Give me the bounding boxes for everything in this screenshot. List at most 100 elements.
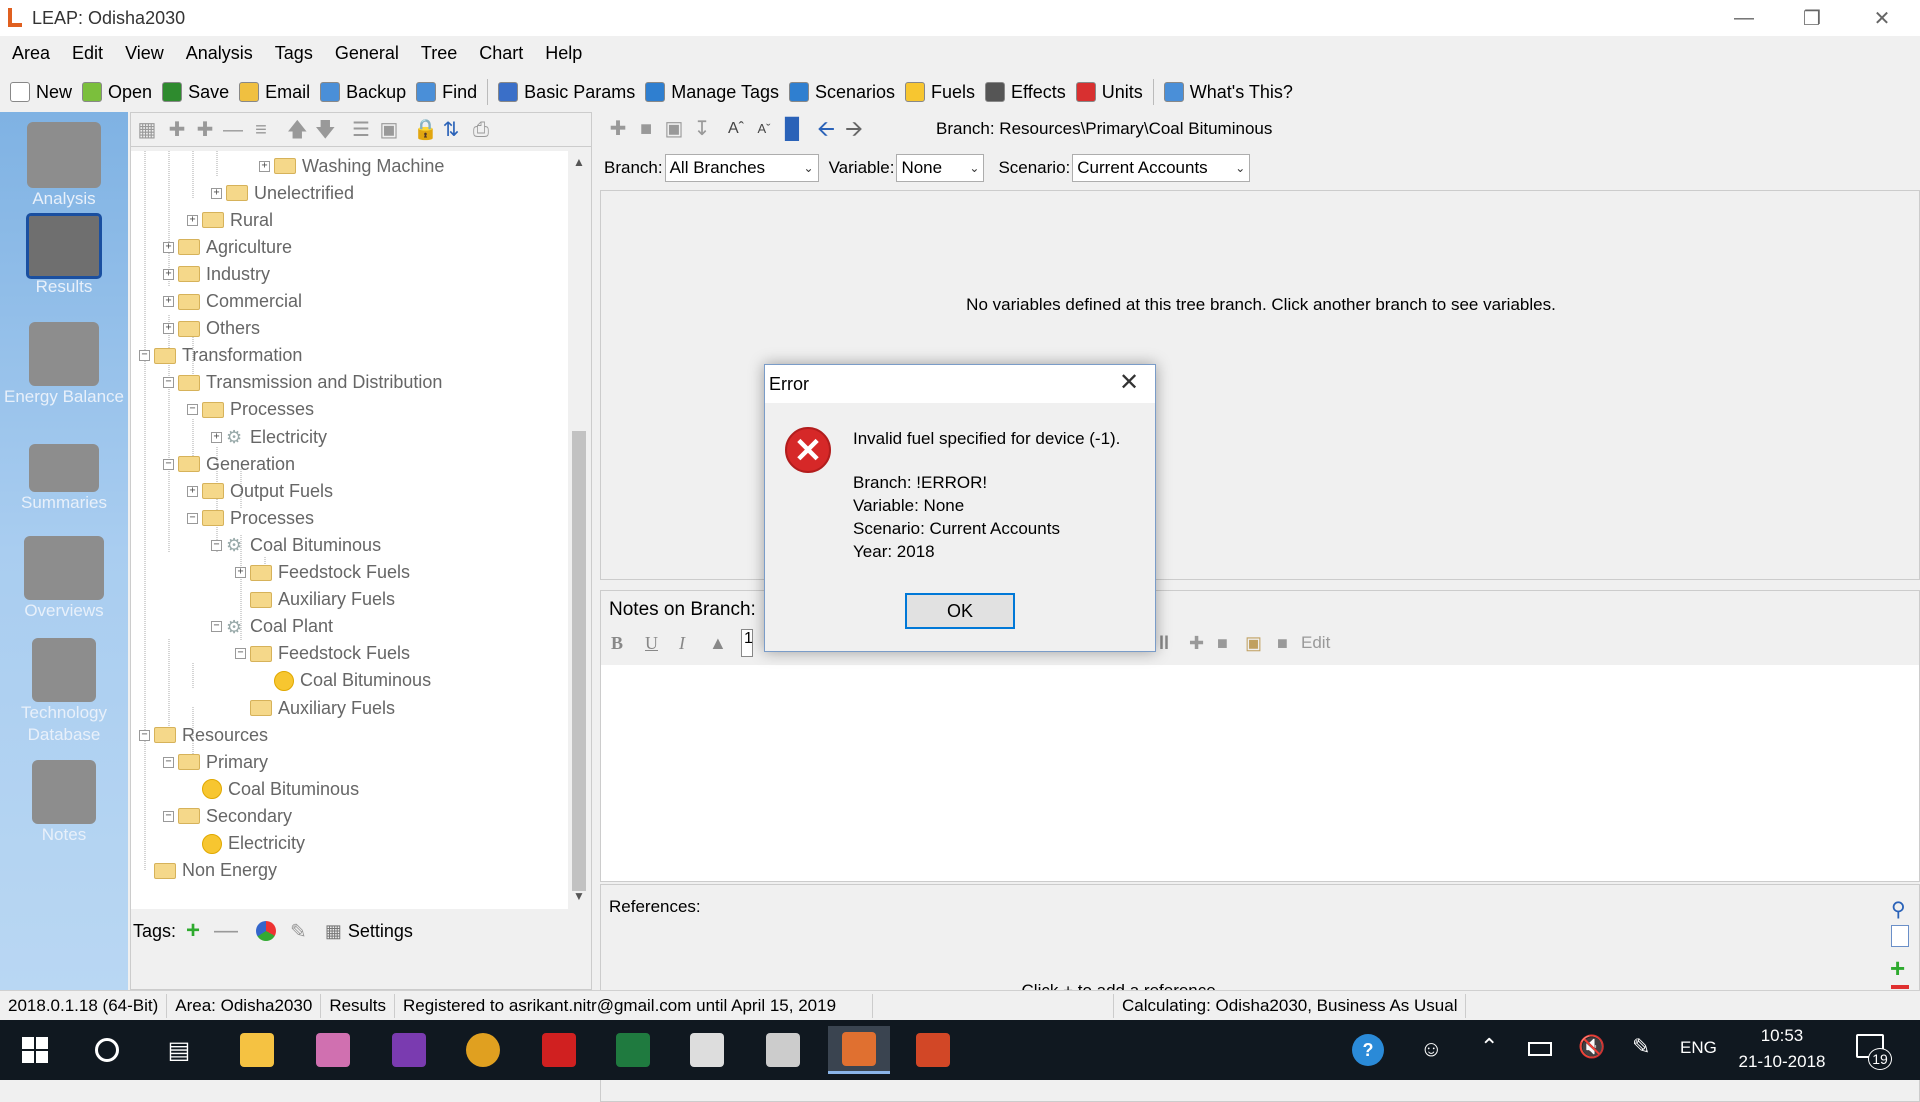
clock-time[interactable]: 10:53 — [1736, 1026, 1828, 1046]
scroll-thumb[interactable] — [572, 431, 586, 891]
tree-view[interactable]: + Washing Machine + Unelectrified + Rural + Agr… — [131, 151, 569, 909]
expand-icon[interactable]: + — [163, 296, 174, 307]
tree-node[interactable]: + Others — [163, 318, 260, 340]
ok-button[interactable]: OK — [905, 593, 1015, 629]
menu-area[interactable]: Area — [0, 40, 60, 70]
scroll-up-icon[interactable]: ▲ — [573, 155, 585, 169]
clock-date[interactable]: 21-10-2018 — [1736, 1052, 1828, 1072]
bullets-icon[interactable]: ll — [1159, 633, 1169, 654]
menu-edit[interactable]: Edit — [60, 40, 113, 70]
manage-tags-toolbar-button[interactable]: Manage Tags — [645, 82, 779, 103]
collapse-icon[interactable]: − — [163, 810, 174, 822]
tree-node[interactable]: − Transmission and Distribution — [163, 372, 442, 394]
underline-button[interactable]: U — [645, 633, 658, 654]
bold-button[interactable]: B — [611, 633, 623, 654]
search-reference-icon[interactable]: ⚲ — [1891, 897, 1906, 922]
people-icon[interactable]: ☺ — [1420, 1036, 1442, 1062]
forward-icon[interactable]: 🡪 — [844, 118, 864, 140]
file-explorer-taskbar-button[interactable] — [226, 1026, 288, 1074]
tree-node[interactable]: + Agriculture — [163, 236, 292, 258]
new-reference-icon[interactable] — [1891, 925, 1909, 947]
battery-icon[interactable] — [1528, 1042, 1552, 1056]
menu-tree[interactable]: Tree — [409, 40, 467, 70]
tree-scrollbar[interactable]: ▲ ▼ — [568, 151, 590, 909]
fuels-toolbar-button[interactable]: Fuels — [905, 82, 975, 103]
language-indicator[interactable]: ENG — [1680, 1038, 1717, 1058]
tree-node[interactable]: − Secondary — [163, 805, 292, 827]
nav-overviews[interactable]: Overviews — [0, 536, 128, 622]
search-button[interactable] — [76, 1026, 138, 1074]
lock-icon[interactable]: 🔒 — [413, 120, 438, 140]
export-icon[interactable]: ↧ — [692, 119, 712, 139]
new-toolbar-button[interactable]: New — [10, 82, 72, 103]
menu-tags[interactable]: Tags — [263, 40, 323, 70]
clock-taskbar-button[interactable] — [676, 1026, 738, 1074]
tree-node[interactable]: Coal Bituminous — [259, 670, 431, 692]
tree-node[interactable]: + Rural — [187, 209, 273, 231]
menu-help[interactable]: Help — [533, 40, 592, 70]
copy-note-icon[interactable]: ■ — [1217, 633, 1228, 654]
tags-settings-button[interactable]: Settings — [348, 921, 413, 942]
minimize-button[interactable]: — — [1714, 0, 1774, 36]
expand-icon[interactable]: + — [259, 160, 270, 172]
tree-node[interactable]: − ⚙ Coal Plant — [211, 616, 333, 638]
scenario-filter-select[interactable]: Current Accounts ⌄ — [1072, 154, 1251, 182]
italic-button[interactable]: I — [679, 633, 685, 654]
task-view-button[interactable]: ▤ — [148, 1026, 210, 1074]
move-down-icon[interactable]: 🡇 — [315, 120, 336, 140]
find-toolbar-button[interactable]: Find — [416, 82, 477, 103]
tag-colors-icon[interactable] — [256, 921, 277, 941]
menu-general[interactable]: General — [323, 40, 409, 70]
tree-node[interactable]: − Primary — [163, 751, 268, 773]
collapse-icon[interactable]: − — [187, 512, 198, 524]
back-icon[interactable]: 🡨 — [816, 118, 836, 140]
expand-icon[interactable]: + — [163, 323, 174, 335]
email-toolbar-button[interactable]: Email — [239, 82, 310, 103]
tree-node[interactable]: Electricity — [187, 833, 305, 855]
backup-toolbar-button[interactable]: Backup — [320, 82, 406, 103]
save-toolbar-button[interactable]: Save — [162, 82, 229, 103]
powerpoint-taskbar-button[interactable] — [902, 1026, 964, 1074]
tree-node[interactable]: + Washing Machine — [259, 155, 444, 177]
collapse-icon[interactable]: − — [211, 621, 222, 633]
tree-node[interactable]: Auxiliary Fuels — [235, 589, 395, 611]
units-toolbar-button[interactable]: Units — [1075, 82, 1143, 103]
tree-node[interactable]: + Industry — [163, 263, 270, 285]
tree-node[interactable]: Coal Bituminous — [187, 778, 359, 800]
tree-node[interactable]: Auxiliary Fuels — [235, 697, 395, 719]
print-icon[interactable]: ⎙ — [471, 120, 491, 140]
start-button[interactable] — [4, 1026, 66, 1074]
collapse-icon[interactable]: − — [163, 756, 174, 768]
tree-node[interactable]: − Generation — [163, 453, 295, 475]
pen-icon[interactable]: ✎ — [1632, 1034, 1650, 1060]
tree-node[interactable]: − Processes — [187, 507, 314, 529]
open-toolbar-button[interactable]: Open — [82, 82, 152, 103]
tree-node[interactable]: + Feedstock Fuels — [235, 562, 410, 584]
excel-taskbar-button[interactable] — [602, 1026, 664, 1074]
edit-button[interactable]: Edit — [1301, 633, 1330, 653]
copy-icon[interactable]: ■ — [636, 119, 656, 139]
font-smaller-icon[interactable]: Aˇ — [754, 120, 774, 138]
menu-chart[interactable]: Chart — [467, 40, 533, 70]
collapse-icon[interactable]: − — [139, 350, 150, 362]
tree-properties-icon[interactable]: ▦ — [137, 120, 157, 140]
tree-node[interactable]: − ⚙ Coal Bituminous — [211, 534, 381, 556]
add-tag-icon[interactable]: + — [186, 917, 200, 945]
tree-node[interactable]: + Commercial — [163, 291, 302, 313]
tree-node[interactable]: − Transformation — [139, 345, 302, 367]
acrobat-taskbar-button[interactable] — [528, 1026, 590, 1074]
tag-brush-icon[interactable]: ✎ — [290, 919, 307, 944]
add-variable-icon[interactable]: ✚ — [608, 119, 628, 139]
sort-icon[interactable]: ⇅ — [441, 120, 461, 140]
expand-icon[interactable]: + — [187, 485, 198, 497]
tree-node[interactable]: + Output Fuels — [187, 480, 333, 502]
tree-node[interactable]: Non Energy — [139, 860, 277, 882]
remove-reference-icon[interactable] — [1891, 985, 1909, 989]
scenarios-toolbar-button[interactable]: Scenarios — [788, 82, 895, 103]
collapse-icon[interactable]: − — [235, 648, 246, 660]
delete-multiple-icon[interactable]: ≡ — [251, 120, 271, 140]
expand-icon[interactable]: + — [163, 268, 174, 280]
help-app-icon[interactable]: ? — [1352, 1034, 1384, 1066]
font-color-icon[interactable]: ▲ — [709, 633, 727, 654]
nav-summaries[interactable]: Summaries — [0, 444, 128, 514]
